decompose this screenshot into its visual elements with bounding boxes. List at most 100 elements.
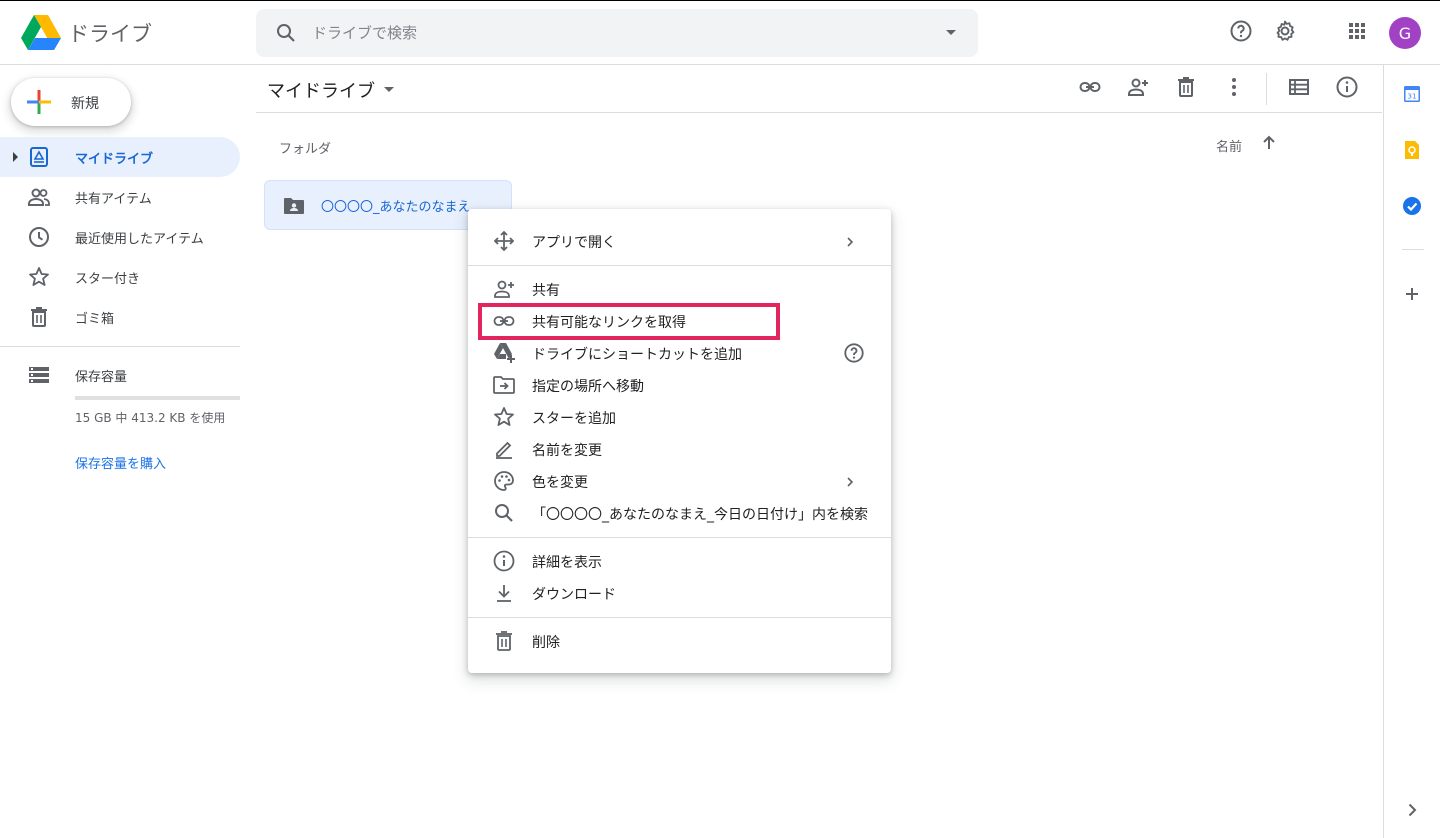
help-button[interactable] (1225, 17, 1257, 49)
open-with-icon (492, 229, 516, 253)
trash-icon (492, 629, 516, 653)
more-vert-icon (1222, 75, 1246, 103)
drive-logo-icon[interactable] (21, 15, 61, 51)
keep-icon[interactable] (1400, 138, 1424, 162)
search-box[interactable] (256, 9, 978, 57)
breadcrumb[interactable]: マイドライブ (267, 77, 375, 103)
star-icon (27, 265, 51, 289)
sidebar-item-shared[interactable]: 共有アイテム (0, 177, 240, 217)
add-addon-icon[interactable] (1400, 282, 1424, 306)
storage-icon (27, 363, 51, 387)
search-input[interactable] (312, 21, 912, 45)
my-drive-icon (27, 145, 51, 169)
chevron-right-icon[interactable] (1400, 798, 1424, 822)
menu-item-label: 削除 (532, 635, 560, 651)
info-icon (1335, 75, 1359, 103)
settings-button[interactable] (1269, 17, 1301, 49)
menu-item-label: 「〇〇〇〇_あなたのなまえ_今日の日付け」内を検索 (532, 507, 868, 523)
clock-icon (27, 225, 51, 249)
more-actions-button[interactable] (1218, 73, 1250, 105)
top-bar: ドライブ G (0, 0, 1440, 65)
share-button[interactable] (1122, 73, 1154, 105)
sidebar-item-storage[interactable]: 保存容量 (0, 355, 240, 395)
sidebar-divider (0, 346, 240, 347)
section-label-folders: フォルダ (279, 142, 332, 157)
sidebar-item-label: マイドライブ (75, 152, 154, 167)
sidebar-item-recent[interactable]: 最近使用したアイテム (0, 217, 240, 257)
person-add-icon (1126, 75, 1150, 103)
sidebar-item-label: ゴミ箱 (75, 312, 115, 327)
palette-icon (492, 469, 516, 493)
drive-shortcut-icon (492, 341, 516, 365)
sort-label[interactable]: 名前 (1216, 136, 1242, 155)
menu-item-search-within[interactable]: 「〇〇〇〇_あなたのなまえ_今日の日付け」内を検索 (468, 497, 891, 529)
shared-icon (27, 185, 51, 209)
apps-button[interactable] (1341, 17, 1373, 49)
chevron-right-icon (843, 474, 857, 493)
sidebar-item-label: スター付き (75, 272, 141, 287)
menu-divider (468, 617, 891, 618)
menu-item-label: 詳細を表示 (532, 555, 602, 571)
menu-item-label: アプリで開く (532, 235, 616, 251)
search-icon (492, 501, 516, 525)
shared-folder-icon (282, 194, 306, 222)
main-toolbar: マイドライブ (256, 65, 1382, 113)
buy-storage-link[interactable]: 保存容量を購入 (75, 453, 166, 472)
menu-item-remove[interactable]: 削除 (468, 625, 891, 657)
menu-item-move-to[interactable]: 指定の場所へ移動 (468, 369, 891, 401)
search-options-icon[interactable] (946, 30, 956, 35)
menu-item-label: 指定の場所へ移動 (532, 379, 644, 395)
trash-icon (1174, 75, 1198, 103)
delete-button[interactable] (1170, 73, 1202, 105)
chevron-down-icon[interactable] (384, 87, 394, 92)
gear-icon (1273, 19, 1297, 47)
tasks-icon[interactable] (1400, 194, 1424, 218)
menu-item-share[interactable]: 共有 (468, 273, 891, 305)
trash-icon (27, 305, 51, 329)
menu-item-download[interactable]: ダウンロード (468, 577, 891, 609)
arrow-up-icon[interactable] (1258, 132, 1280, 158)
menu-divider (468, 537, 891, 538)
search-icon[interactable] (274, 21, 298, 49)
info-icon (492, 549, 516, 573)
sidebar-item-starred[interactable]: スター付き (0, 257, 240, 297)
toolbar-divider (1266, 73, 1267, 105)
help-icon[interactable] (843, 342, 865, 368)
menu-item-add-shortcut[interactable]: ドライブにショートカットを追加 (468, 337, 891, 369)
menu-item-label: スターを追加 (532, 411, 616, 427)
get-link-button[interactable] (1074, 73, 1106, 105)
new-button[interactable]: 新規 (11, 78, 131, 126)
person-add-icon (492, 277, 516, 301)
pencil-icon (492, 437, 516, 461)
menu-divider (468, 265, 891, 266)
calendar-day: 31 (1408, 93, 1417, 101)
storage-label: 保存容量 (75, 370, 128, 385)
storage-usage-text: 15 GB 中 413.2 KB を使用 (75, 411, 226, 425)
star-icon (492, 405, 516, 429)
side-panel: 31 (1383, 65, 1440, 838)
menu-item-add-star[interactable]: スターを追加 (468, 401, 891, 433)
new-button-label: 新規 (71, 96, 99, 112)
expand-arrow-icon[interactable] (13, 152, 18, 162)
menu-item-label: ダウンロード (532, 587, 616, 603)
highlight-box (478, 303, 780, 340)
context-menu: アプリで開く 共有 共有可能なリンクを取得 ドライブにショートカットを追加 指定… (468, 209, 891, 673)
menu-item-label: 共有 (532, 283, 560, 299)
sidebar-item-label: 共有アイテム (75, 192, 152, 207)
avatar[interactable]: G (1389, 17, 1421, 49)
link-icon (1078, 75, 1102, 103)
storage-usage-bar (75, 396, 240, 400)
menu-item-label: 名前を変更 (532, 443, 602, 459)
calendar-icon[interactable]: 31 (1400, 82, 1424, 106)
menu-item-rename[interactable]: 名前を変更 (468, 433, 891, 465)
sidebar-item-trash[interactable]: ゴミ箱 (0, 297, 240, 337)
download-icon (492, 581, 516, 605)
menu-item-view-details[interactable]: 詳細を表示 (468, 545, 891, 577)
menu-item-open-with[interactable]: アプリで開く (468, 225, 891, 257)
details-button[interactable] (1331, 73, 1363, 105)
list-view-button[interactable] (1283, 73, 1315, 105)
menu-item-change-color[interactable]: 色を変更 (468, 465, 891, 497)
chevron-right-icon (843, 234, 857, 253)
sidebar-item-my-drive[interactable]: マイドライブ (0, 137, 240, 177)
list-view-icon (1287, 75, 1311, 103)
